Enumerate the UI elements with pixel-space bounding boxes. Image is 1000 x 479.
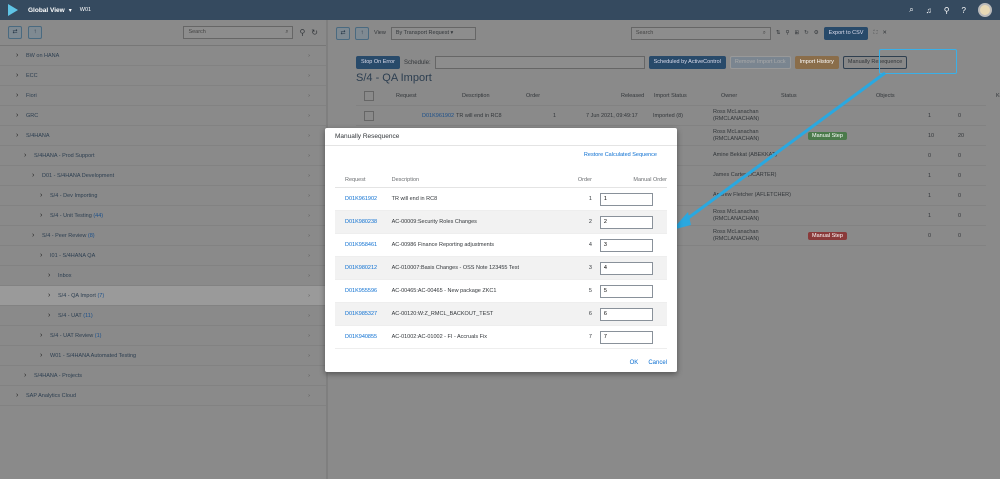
order: 7 xyxy=(588,334,592,340)
table-row[interactable]: D01K980212 AC-010007:Basis Changes - OSS … xyxy=(335,257,667,280)
request-link[interactable]: D01K940855 xyxy=(335,334,392,340)
col-request: Request xyxy=(345,176,366,183)
ok-button[interactable]: OK xyxy=(630,360,639,366)
manual-order-input[interactable] xyxy=(599,284,653,298)
resequence-dialog: Manually Resequence Restore Calculated S… xyxy=(325,128,677,372)
description: AC-00986 Finance Reporting adjustments xyxy=(391,242,495,248)
request-link[interactable]: D01K980212 xyxy=(335,265,392,271)
description: AC-00120:W:Z_RMCL_BACKOUT_TEST xyxy=(391,311,494,317)
manual-order-input[interactable] xyxy=(599,238,653,252)
request-link[interactable]: D01K961902 xyxy=(335,196,392,202)
table-row[interactable]: D01K980238 AC-00009:Security Roles Change… xyxy=(335,211,667,234)
manual-order-input[interactable] xyxy=(599,330,653,344)
col-order: Order xyxy=(577,176,592,183)
table-row[interactable]: D01K985327 AC-00120:W:Z_RMCL_BACKOUT_TEST… xyxy=(335,303,667,326)
order: 6 xyxy=(588,311,592,317)
table-row[interactable]: D01K958461 AC-00986 Finance Reporting adj… xyxy=(335,234,667,257)
description: AC-01002:AC-01002 - FI - Accruals Fix xyxy=(391,334,487,340)
request-link[interactable]: D01K958461 xyxy=(335,242,392,248)
col-manual-order: Manual Order xyxy=(633,176,668,183)
manual-order-input[interactable] xyxy=(599,192,653,206)
manual-order-input[interactable] xyxy=(599,215,653,229)
order: 2 xyxy=(588,219,592,225)
cancel-button[interactable]: Cancel xyxy=(648,360,667,366)
restore-sequence-link[interactable]: Restore Calculated Sequence xyxy=(584,152,657,158)
dialog-title: Manually Resequence xyxy=(325,128,677,146)
request-link[interactable]: D01K980238 xyxy=(335,219,392,225)
order: 5 xyxy=(588,288,592,294)
description: AC-00465:AC-00465 - New package ZKC1 xyxy=(391,288,497,294)
manual-order-input[interactable] xyxy=(599,307,653,321)
dialog-table-header: Request Description Order Manual Order xyxy=(335,172,667,188)
request-link[interactable]: D01K985327 xyxy=(335,311,392,317)
description: AC-010007:Basis Changes - OSS Note 12345… xyxy=(391,265,519,271)
dialog-footer: OK Cancel xyxy=(630,360,667,366)
order: 4 xyxy=(588,242,592,248)
description: TR will end in RC8 xyxy=(391,196,438,202)
col-description: Description xyxy=(391,176,420,183)
table-row[interactable]: D01K940855 AC-01002:AC-01002 - FI - Accru… xyxy=(335,326,667,349)
order: 1 xyxy=(588,196,592,202)
order: 3 xyxy=(588,265,592,271)
manual-order-input[interactable] xyxy=(599,261,653,275)
description: AC-00009:Security Roles Changes xyxy=(391,219,477,225)
request-link[interactable]: D01K955596 xyxy=(335,288,392,294)
table-row[interactable]: D01K961902 TR will end in RC8 1 xyxy=(335,188,667,211)
table-row[interactable]: D01K955596 AC-00465:AC-00465 - New packag… xyxy=(335,280,667,303)
